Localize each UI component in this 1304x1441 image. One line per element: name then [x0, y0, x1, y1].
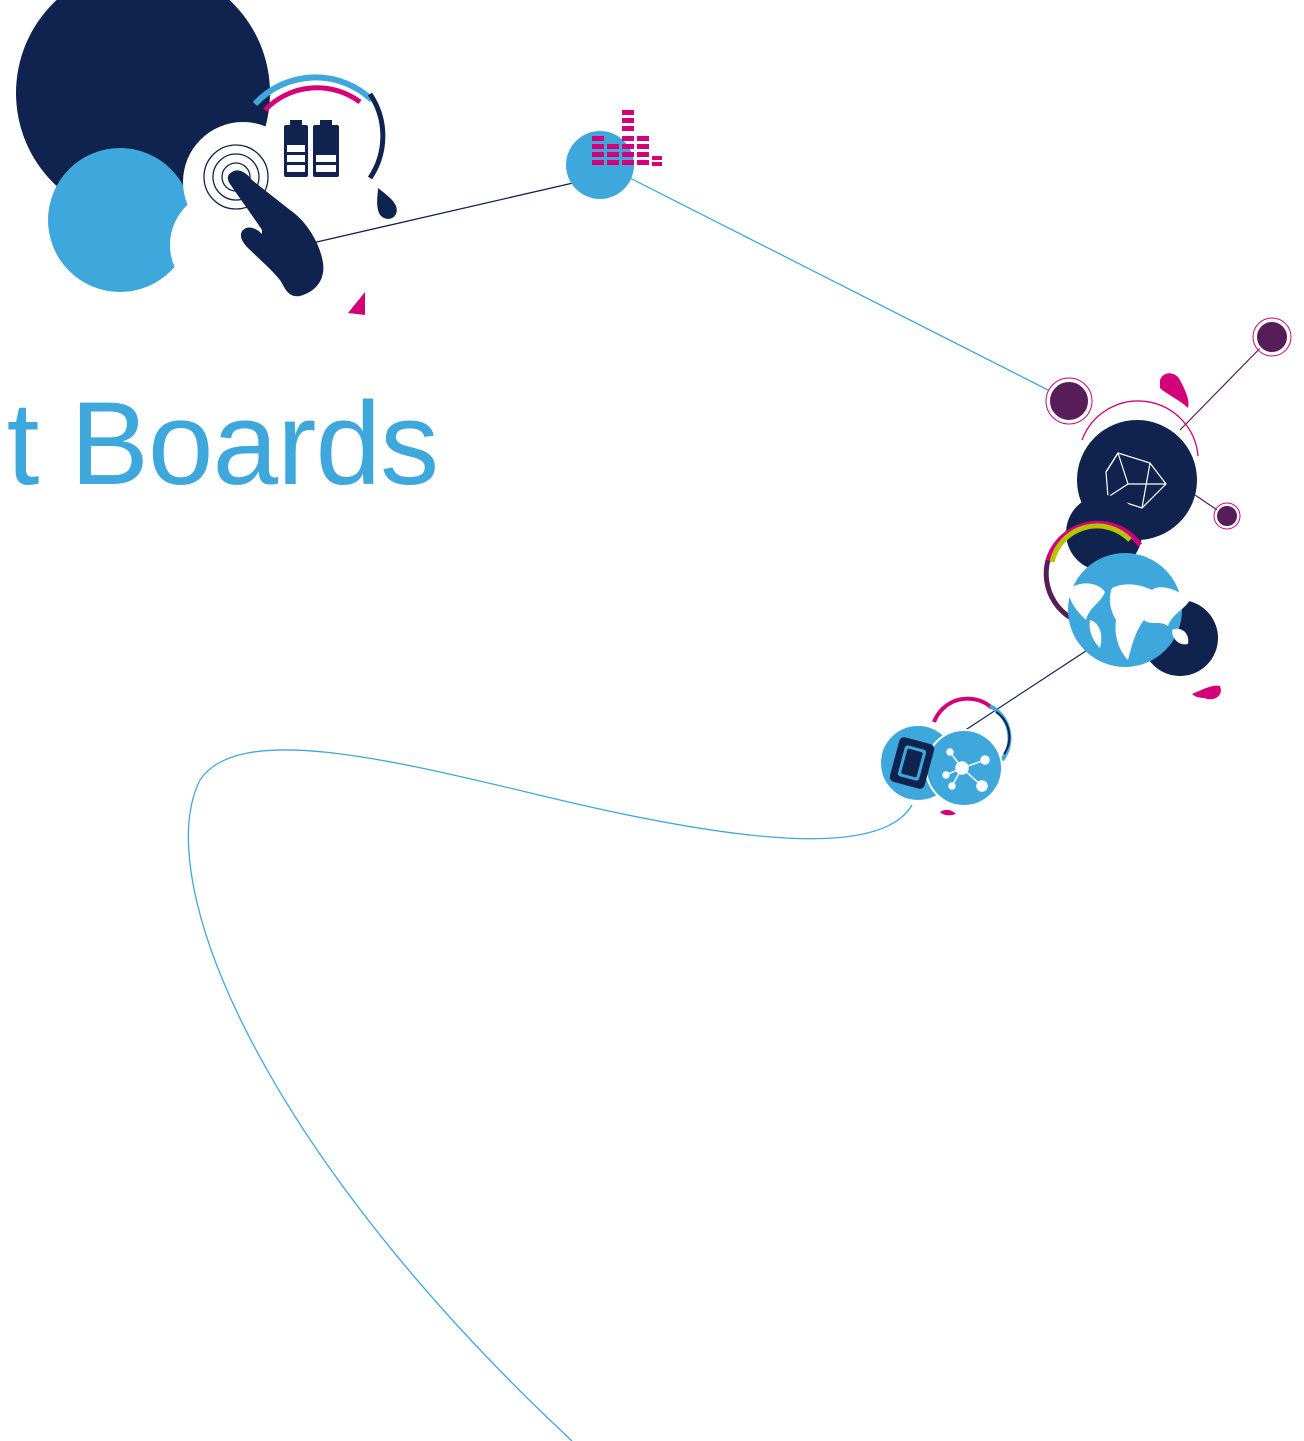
purple-node-left — [1048, 380, 1090, 422]
connector-purple-up — [1179, 337, 1271, 431]
battery-icon — [284, 120, 339, 177]
wave-curve — [187, 749, 913, 1441]
connector-navy-top — [307, 182, 574, 245]
blue-big-circle — [48, 148, 192, 292]
equalizer-node — [566, 110, 662, 199]
purple-node-small — [1215, 504, 1239, 528]
navy-drop — [377, 188, 397, 219]
navy-arc — [367, 92, 386, 180]
slide-title: nt Boards — [0, 378, 439, 510]
magenta-triangle — [348, 292, 365, 315]
decorative-artwork — [16, 0, 1292, 1441]
magenta-drop-top — [1160, 373, 1189, 408]
magenta-chip-drop — [940, 809, 956, 816]
touch-cluster — [16, 0, 397, 315]
purple-node-top — [1255, 320, 1289, 354]
magenta-drop-bottom — [1192, 685, 1221, 700]
connector-blue-top — [627, 176, 1049, 391]
chip-cluster — [879, 696, 1012, 816]
magenta-arc — [263, 85, 362, 112]
connector-lines — [187, 176, 1271, 1441]
globe-cluster — [1043, 317, 1292, 700]
